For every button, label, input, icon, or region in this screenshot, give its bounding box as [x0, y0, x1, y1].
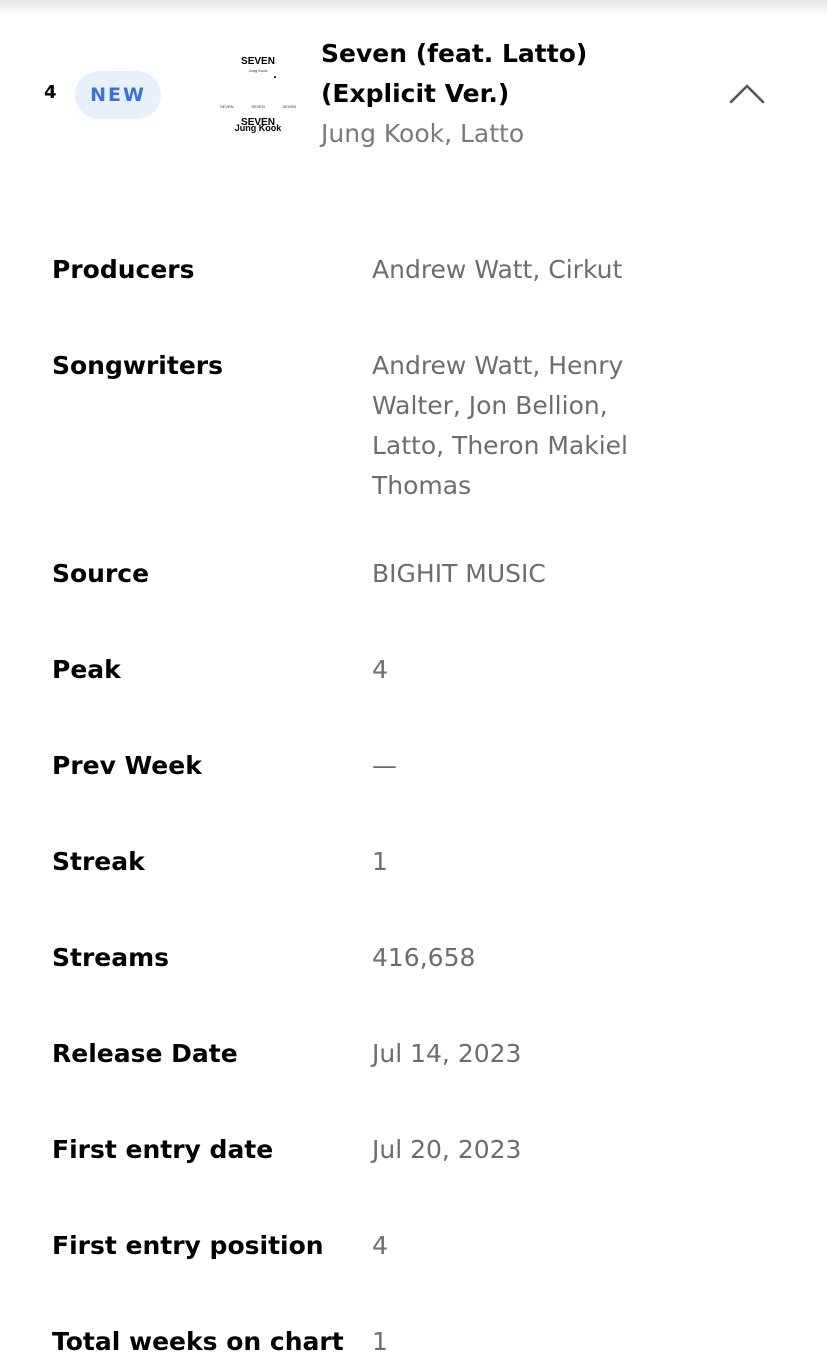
detail-label: Streams — [52, 943, 170, 972]
detail-value: 4 — [372, 655, 388, 684]
detail-value: Andrew Watt, Henry Walter, Jon Bellion, … — [372, 351, 628, 500]
detail-label: First entry date — [52, 1135, 274, 1164]
detail-value: 1 — [372, 847, 388, 876]
detail-value: Andrew Watt, Cirkut — [372, 255, 623, 284]
new-badge: NEW — [75, 71, 161, 119]
album-cover: SEVEN Jung Kook SEVEN SEVEN SEVEN SEVEN … — [214, 46, 302, 142]
detail-label: Songwriters — [52, 351, 223, 380]
rank-number: 4 — [44, 82, 57, 103]
detail-value: Jul 14, 2023 — [372, 1039, 522, 1068]
detail-label: Prev Week — [52, 751, 202, 780]
detail-label: Producers — [52, 255, 195, 284]
song-artist: Jung Kook, Latto — [321, 119, 525, 148]
cover-small-label: SEVEN — [220, 104, 234, 109]
detail-label: Release Date — [52, 1039, 238, 1068]
chevron-up-icon[interactable] — [728, 78, 766, 108]
cover-small-label: SEVEN — [251, 104, 265, 109]
detail-label: Peak — [52, 655, 121, 684]
cover-small-labels: SEVEN SEVEN SEVEN — [220, 104, 296, 109]
cover-bottom-artist: Jung Kook — [234, 123, 282, 133]
cover-subtitle: Jung Kook — [248, 68, 268, 73]
detail-value: 416,658 — [372, 943, 476, 972]
detail-label: Source — [52, 559, 150, 588]
detail-value: 1 — [372, 1327, 388, 1356]
song-title: Seven (feat. Latto) (Explicit Ver.) — [321, 39, 588, 108]
cover-title: SEVEN — [241, 56, 275, 67]
detail-label: Total weeks on chart — [52, 1327, 344, 1356]
detail-value: — — [372, 751, 397, 780]
detail-value: 4 — [372, 1231, 388, 1260]
detail-value: BIGHIT MUSIC — [372, 559, 546, 588]
top-shadow — [0, 0, 827, 16]
cover-dot — [274, 76, 276, 78]
detail-value: Jul 20, 2023 — [372, 1135, 522, 1164]
detail-label: Streak — [52, 847, 145, 876]
detail-label: First entry position — [52, 1231, 324, 1260]
cover-small-label: SEVEN — [282, 104, 296, 109]
